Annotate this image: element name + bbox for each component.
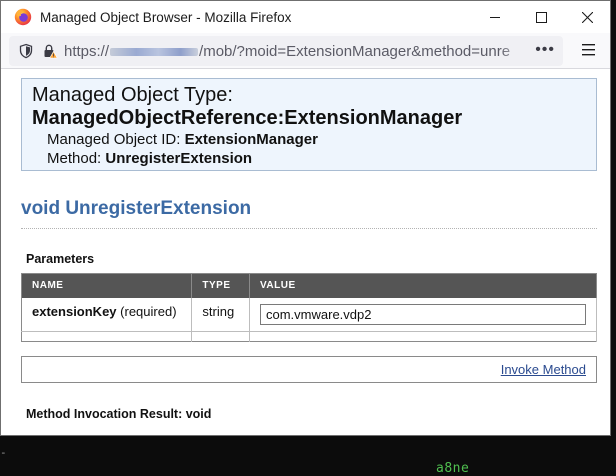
invoke-method-box: Invoke Method	[21, 356, 597, 383]
minimize-icon	[489, 16, 500, 18]
parameters-title: Parameters	[26, 252, 95, 266]
url-suffix: /mob/?moid=ExtensionManager&method=unre	[199, 42, 511, 60]
section-divider	[21, 228, 597, 229]
close-button[interactable]	[564, 1, 610, 33]
insecure-lock-warning-icon[interactable]	[42, 43, 58, 59]
url-overflow-fade	[500, 42, 526, 60]
table-spacer-row	[21, 331, 597, 341]
invoke-method-link[interactable]: Invoke Method	[501, 362, 586, 377]
navigation-bar: https:// /mob/?moid=ExtensionManager&meth…	[1, 33, 610, 69]
param-name: extensionKey	[32, 303, 117, 319]
page-content: Managed Object Type: ManagedObjectRefere…	[1, 70, 610, 435]
terminal-glyph: -	[0, 445, 7, 459]
close-icon	[581, 11, 593, 23]
method-signature-heading: void UnregisterExtension	[21, 198, 252, 219]
minimize-button[interactable]	[472, 1, 518, 33]
managed-object-header: Managed Object Type: ManagedObjectRefere…	[21, 78, 597, 171]
method-label: Method:	[47, 150, 102, 167]
param-value-cell	[249, 297, 597, 332]
url-text[interactable]: https:// /mob/?moid=ExtensionManager&meth…	[64, 42, 526, 60]
spacer-cell	[21, 331, 193, 341]
param-required: (required)	[120, 303, 177, 319]
window-controls	[472, 1, 610, 33]
managed-object-type-label: Managed Object Type:	[32, 84, 233, 106]
param-name-cell: extensionKey (required)	[21, 297, 193, 332]
url-prefix: https://	[64, 42, 110, 60]
spacer-cell	[191, 331, 250, 341]
param-type: string	[191, 297, 250, 332]
column-header-name: NAME	[21, 273, 193, 298]
firefox-window: Managed Object Browser - Mozilla Firefox	[0, 0, 611, 436]
managed-object-id-line: Managed Object ID: ExtensionManager	[32, 130, 586, 149]
method-line: Method: UnregisterExtension	[32, 149, 586, 168]
url-bar[interactable]: https:// /mob/?moid=ExtensionManager&meth…	[9, 36, 563, 66]
redacted-hostname	[110, 47, 199, 56]
spacer-cell	[249, 331, 597, 341]
method-invocation-result: Method Invocation Result: void	[26, 407, 212, 421]
firefox-logo-icon	[14, 8, 32, 26]
method-value: UnregisterExtension	[105, 150, 253, 167]
tracking-protection-shield-icon[interactable]	[18, 43, 34, 59]
table-row: extensionKey (required) string	[21, 297, 597, 332]
parameters-header-row: NAME TYPE VALUE	[21, 273, 597, 298]
extension-key-input[interactable]	[260, 303, 586, 325]
maximize-button[interactable]	[518, 1, 564, 33]
page-actions-more-button[interactable]: •••	[535, 36, 555, 66]
column-header-type: TYPE	[191, 273, 250, 298]
maximize-icon	[535, 11, 547, 23]
terminal-bottom-text: a8ne	[436, 461, 470, 476]
parameters-table: NAME TYPE VALUE extensionKey (required) …	[21, 273, 597, 342]
managed-object-id-label: Managed Object ID:	[47, 131, 181, 148]
title-bar[interactable]: Managed Object Browser - Mozilla Firefox	[1, 1, 610, 33]
menu-hamburger-icon[interactable]	[581, 43, 597, 57]
managed-object-id-value: ExtensionManager	[184, 131, 318, 148]
column-header-value: VALUE	[249, 273, 597, 298]
managed-object-type-value: ManagedObjectReference:ExtensionManager	[32, 107, 463, 129]
window-title: Managed Object Browser - Mozilla Firefox	[40, 9, 292, 25]
